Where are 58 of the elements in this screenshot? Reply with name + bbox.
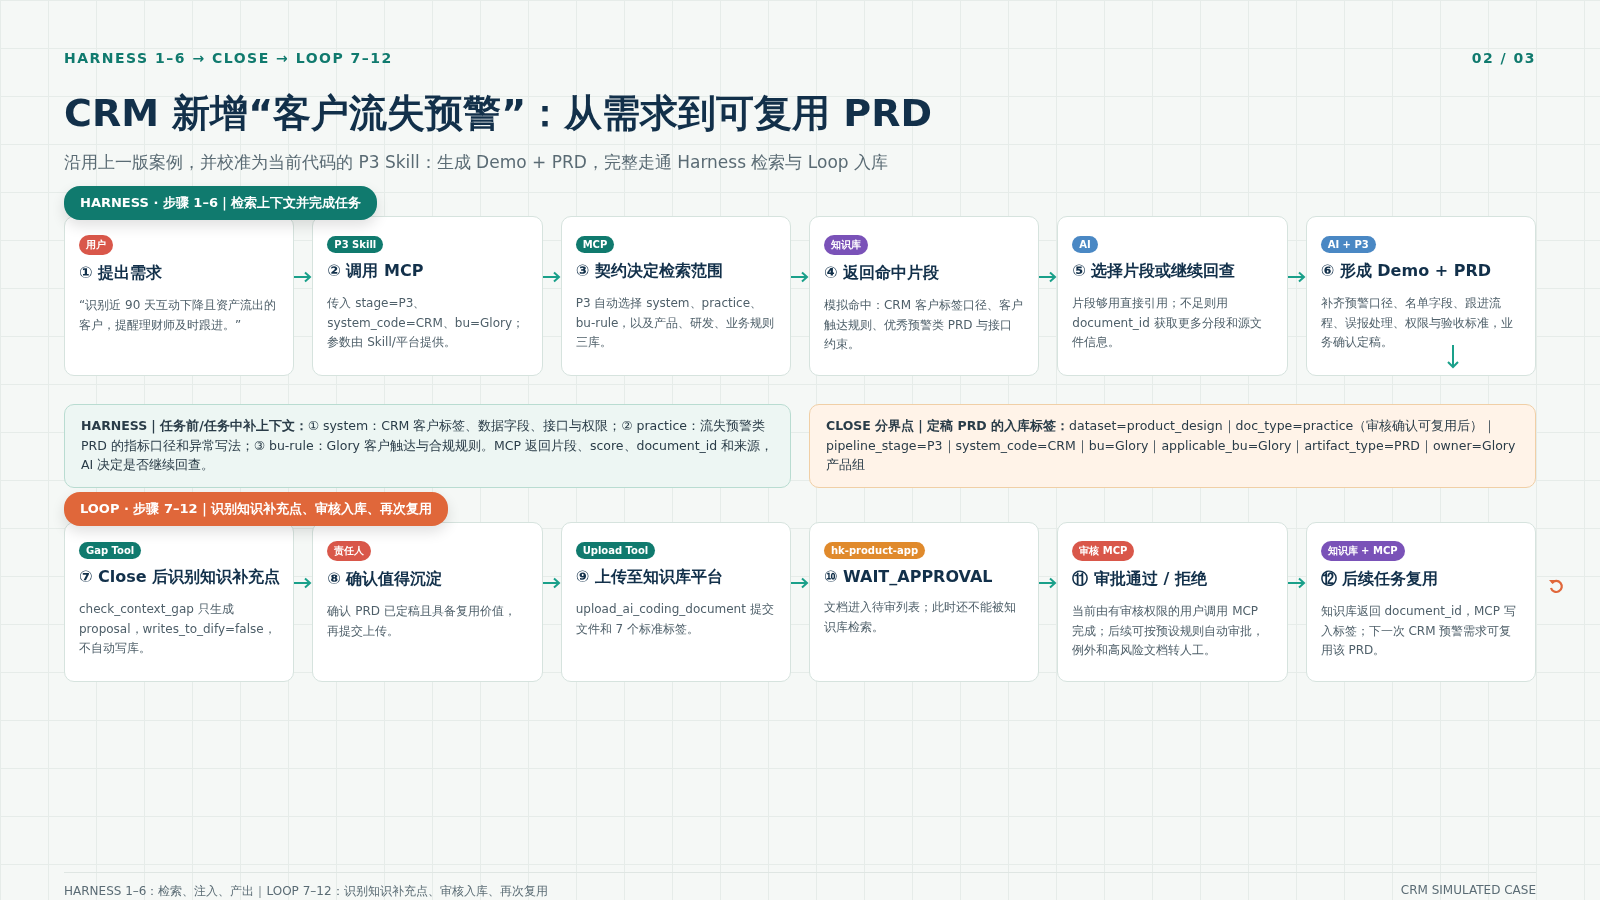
step-description: “识别近 90 天互动下降且资产流出的客户，提醒理财师及时跟进。” <box>79 297 278 334</box>
step-title: ③ 契约决定检索范围 <box>575 261 724 282</box>
step-description: 片段够用直接引用；不足则用 document_id 获取更多分段和源文件信息。 <box>1072 295 1263 351</box>
page-number: 02 / 03 <box>1471 50 1536 66</box>
step-description: 补齐预警口径、名单字段、跟进流程、误报处理、权限与验收标准，业务确认定稿。 <box>1320 295 1514 351</box>
step-tag: Gap Tool <box>79 542 142 559</box>
step-description: 确认 PRD 已定稿且具备复用价值，再提交上传。 <box>327 603 517 640</box>
step-description: 模拟命中：CRM 客户标签口径、客户触达规则、优秀预警类 PRD 与接口约束。 <box>824 297 1024 353</box>
step-title: ⑥ 形成 Demo + PRD <box>1320 261 1492 282</box>
step-title: ⑪ 审批通过 / 拒绝 <box>1072 569 1208 590</box>
step-tag: AI + P3 <box>1320 236 1376 253</box>
step-description: 当前由有审核权限的用户调用 MCP 完成；后续可按预设规则自动审批，例外和高风险文档转人工。 <box>1072 603 1266 659</box>
note-panel: CLOSE 分界点｜定稿 PRD 的入库标签：dataset=product_design｜doc_type=practice（审核确认可复用后）｜pipeline_stage=P3｜system_code=CRM｜bu=Glory｜applicable_bu=Glory｜artifact_type=PRD｜owner=Glory产品组 <box>809 404 1536 488</box>
flow-kicker: HARNESS 1–6 → CLOSE → LOOP 7–12 <box>64 50 393 66</box>
step-description: 文档进入待审列表；此时还不能被知识库检索。 <box>824 599 1017 636</box>
arrow-icon <box>791 577 809 589</box>
step-title: ① 提出需求 <box>79 263 164 284</box>
step-tag: 知识库 <box>824 235 868 255</box>
arrow-icon <box>542 271 561 283</box>
step-tag: hk-product-app <box>824 542 926 559</box>
step-tag: 审核 MCP <box>1072 541 1135 561</box>
step-tag: 责任人 <box>327 541 372 561</box>
footer-summary: HARNESS 1–6：检索、注入、产出｜LOOP 7–12：识别知识补充点、审核入库、再次复用 <box>64 883 548 900</box>
step-title: ⑦ Close 后识别知识补充点 <box>79 567 280 588</box>
page-subtitle: 沿用上一版案例，并校准为当前代码的 P3 Skill：生成 Demo + PRD，完整走通 Harness 检索与 Loop 入库 <box>64 151 890 174</box>
step-description: 传入 stage=P3、system_code=CRM、bu=Glory；参数由 Skill/平台提供。 <box>327 295 526 351</box>
section-label: LOOP · 步骤 7–12｜识别知识补充点、审核入库、再次复用 <box>64 492 448 526</box>
arrow-icon <box>791 271 809 283</box>
arrow-icon <box>1039 577 1058 589</box>
step-title: ⑨ 上传至知识库平台 <box>575 567 724 588</box>
step-title: ⑫ 后续任务复用 <box>1320 569 1440 590</box>
arrow-icon <box>294 271 313 283</box>
loop-arrow-icon <box>1548 578 1564 594</box>
step-description: upload_ai_coding_document 提交文件和 7 个标准标签。 <box>575 601 775 638</box>
step-description: check_context_gap 只生成 proposal，writes_to_dify=false，不自动写库。 <box>79 601 277 657</box>
down-arrow-icon <box>1446 345 1459 369</box>
step-title: ⑧ 确认值得沉淀 <box>327 569 444 590</box>
step-tag: MCP <box>575 236 615 253</box>
step-tag: 用户 <box>79 235 113 255</box>
step-title: ⑩ WAIT_APPROVAL <box>824 567 994 586</box>
section-label: HARNESS · 步骤 1–6｜检索上下文并完成任务 <box>64 186 377 220</box>
arrow-icon <box>1039 271 1058 283</box>
step-tag: 知识库 + MCP <box>1320 541 1405 561</box>
step-description: 知识库返回 document_id，MCP 写入标签；下一次 CRM 预警需求可复用该 PRD。 <box>1320 603 1517 659</box>
note-panel: HARNESS｜任务前/任务中补上下文：① system：CRM 客户标签、数据字段、接口与权限；② practice：流失预警类 PRD 的指标口径和异常写法；③ bu-rule：Glory 客户触达与合规规则。MCP 返回片段、score、document_id 和来源，AI 决定是否继续回查。 <box>64 404 791 488</box>
step-title: ④ 返回命中片段 <box>824 263 941 284</box>
step-title: ⑤ 选择片段或继续回查 <box>1072 261 1237 282</box>
arrow-icon <box>542 577 561 589</box>
step-title: ② 调用 MCP <box>327 261 425 282</box>
step-description: P3 自动选择 system、practice、bu-rule，以及产品、研发、业务规则三库。 <box>575 295 776 351</box>
step-tag: AI <box>1072 236 1098 253</box>
step-tag: P3 Skill <box>327 236 384 253</box>
arrow-icon <box>1287 577 1306 589</box>
page-title: CRM 新增“客户流失预警”：从需求到可复用 PRD <box>64 90 934 137</box>
arrow-icon <box>1287 271 1306 283</box>
footer-caption: CRM SIMULATED CASE <box>1400 883 1536 899</box>
step-tag: Upload Tool <box>575 542 656 559</box>
arrow-icon <box>294 577 313 589</box>
